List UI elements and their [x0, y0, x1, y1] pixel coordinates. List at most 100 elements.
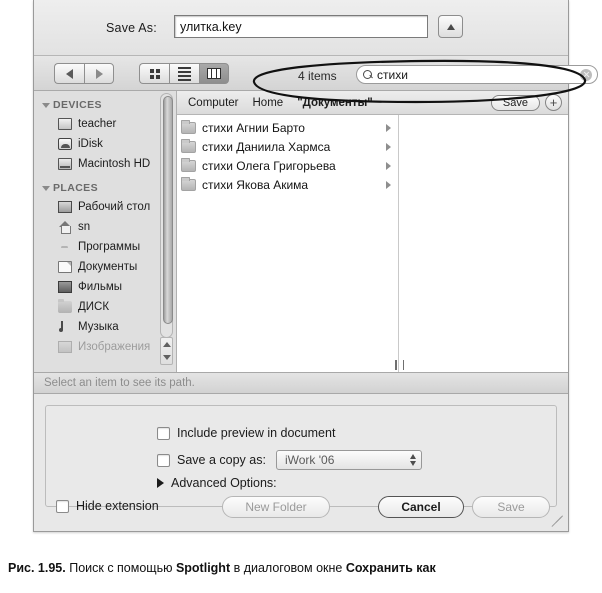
clear-search-icon[interactable] — [580, 68, 592, 81]
sidebar-scrollbar[interactable] — [160, 93, 173, 365]
scroll-down-icon[interactable] — [162, 355, 171, 360]
sidebar-item-idisk[interactable]: iDisk — [34, 134, 176, 154]
browser-toolbar: 4 items стихи — [34, 56, 598, 91]
format-select[interactable]: iWork '06 — [275, 450, 422, 470]
cancel-button[interactable]: Cancel — [378, 496, 464, 518]
view-column-button[interactable] — [199, 63, 229, 84]
stepper-icon[interactable] — [409, 454, 416, 466]
column-resize-handle[interactable] — [395, 359, 404, 370]
sidebar-item-movies[interactable]: Фильмы — [34, 277, 176, 297]
scope-home[interactable]: Home — [253, 97, 284, 109]
format-value: iWork '06 — [284, 453, 335, 467]
search-input[interactable]: стихи — [356, 65, 598, 84]
disclosure-button[interactable] — [438, 15, 463, 38]
sidebar-item-label: Программы — [78, 241, 141, 253]
save-search-button[interactable]: Save — [490, 95, 540, 111]
pictures-icon — [58, 341, 72, 353]
sidebar-item-documents[interactable]: Документы — [34, 257, 176, 277]
caption-text-b: в диалоговом окне — [230, 561, 346, 575]
scroll-up-icon[interactable] — [162, 342, 171, 347]
table-row[interactable]: стихи Агнии Барто — [177, 118, 398, 137]
sidebar-section-devices-header[interactable]: DEVICES — [34, 97, 176, 114]
scope-documents[interactable]: "Документы" — [297, 97, 373, 109]
forward-button[interactable] — [84, 63, 114, 84]
file-name: стихи Якова Акима — [202, 177, 309, 192]
caption-bold-b: Сохранить как — [345, 561, 436, 575]
search-scope-bar: Computer Home "Документы" Save + — [177, 91, 568, 115]
column-view: стихи Агнии Барто стихи Даниила Хармса с… — [177, 115, 568, 372]
scope-computer[interactable]: Computer — [188, 97, 239, 109]
home-icon — [58, 221, 72, 234]
sidebar-item-music[interactable]: Музыка — [34, 317, 176, 337]
sidebar-item-macintosh-hd[interactable]: Macintosh HD — [34, 154, 176, 174]
scrollbar-thumb[interactable] — [162, 96, 173, 324]
column-view-icon — [207, 68, 221, 79]
file-column-1: стихи Агнии Барто стихи Даниила Хармса с… — [177, 115, 399, 372]
back-button[interactable] — [54, 63, 84, 84]
scrollbar-arrows[interactable] — [160, 337, 173, 365]
scrollbar-track[interactable] — [160, 93, 173, 338]
search-value: стихи — [377, 67, 408, 82]
save-as-bar: Save As: — [34, 0, 568, 56]
view-mode-buttons — [139, 63, 229, 84]
stepper-down-icon — [409, 461, 416, 466]
sidebar-section-title: DEVICES — [53, 99, 102, 111]
sidebar-item-label: teacher — [78, 118, 117, 130]
triangle-up-icon — [446, 23, 455, 30]
include-preview-label: Include preview in document — [177, 426, 336, 440]
sidebar-item-teacher[interactable]: teacher — [34, 114, 176, 134]
arrow-left-icon — [66, 68, 73, 79]
arrow-right-icon — [95, 68, 103, 79]
save-button[interactable]: Save — [472, 496, 550, 518]
triangle-down-icon — [42, 103, 50, 108]
file-browser: DEVICES teacher iDisk Macintosh HD PLACE… — [34, 91, 568, 372]
view-list-button[interactable] — [169, 63, 199, 84]
icon-view-icon — [149, 68, 160, 79]
hide-extension-label: Hide extension — [76, 499, 159, 513]
file-name: стихи Агнии Барто — [202, 120, 305, 135]
save-as-label: Save As: — [106, 21, 157, 35]
caption-text-a: Поиск с помощью — [65, 561, 176, 575]
include-preview-row[interactable]: Include preview in document — [157, 426, 335, 440]
idisk-icon — [58, 138, 72, 150]
filename-input[interactable] — [174, 15, 428, 38]
file-list-pane: Computer Home "Документы" Save + стихи А… — [177, 91, 568, 372]
view-icon-button[interactable] — [139, 63, 169, 84]
laptop-icon — [58, 118, 72, 130]
file-name: стихи Олега Григорьева — [202, 158, 336, 173]
sidebar-item-disk[interactable]: ДИСК — [34, 297, 176, 317]
chevron-right-icon — [386, 143, 391, 151]
sidebar-item-desktop[interactable]: Рабочий стол — [34, 197, 176, 217]
sidebar-item-label: Macintosh HD — [78, 158, 151, 170]
add-criteria-button[interactable]: + — [545, 94, 562, 111]
chevron-right-icon — [386, 162, 391, 170]
sidebar-item-pictures[interactable]: Изображения — [34, 337, 176, 357]
dialog-footer: Hide extension New Folder Cancel Save — [34, 485, 568, 531]
save-copy-row[interactable]: Save a copy as: iWork '06 — [157, 450, 422, 470]
include-preview-checkbox[interactable] — [157, 426, 170, 440]
sidebar-item-applications[interactable]: Программы — [34, 237, 176, 257]
harddisk-icon — [58, 158, 72, 170]
chevron-right-icon — [386, 181, 391, 189]
sidebar-item-label: Документы — [78, 261, 138, 273]
documents-icon — [58, 261, 72, 273]
table-row[interactable]: стихи Даниила Хармса — [177, 137, 398, 156]
sidebar-item-label: Изображения — [78, 341, 151, 353]
sidebar-item-label: Фильмы — [78, 281, 123, 293]
new-folder-button[interactable]: New Folder — [222, 496, 330, 518]
table-row[interactable]: стихи Якова Акима — [177, 175, 398, 194]
folder-icon — [58, 299, 72, 313]
navigation-buttons — [54, 63, 114, 84]
path-bar: Select an item to see its path. — [34, 372, 568, 394]
table-row[interactable]: стихи Олега Григорьева — [177, 156, 398, 175]
sidebar-section-places-header[interactable]: PLACES — [34, 180, 176, 197]
hide-extension-row[interactable]: Hide extension — [56, 499, 159, 513]
sidebar-item-label: ДИСК — [78, 301, 110, 313]
magnifier-icon — [363, 69, 373, 80]
sidebar-item-home[interactable]: sn — [34, 217, 176, 237]
resize-grip-icon[interactable] — [551, 514, 564, 528]
list-view-icon — [178, 66, 191, 81]
save-copy-checkbox[interactable] — [157, 453, 170, 467]
hide-extension-checkbox[interactable] — [56, 499, 69, 513]
desktop-icon — [58, 201, 72, 213]
